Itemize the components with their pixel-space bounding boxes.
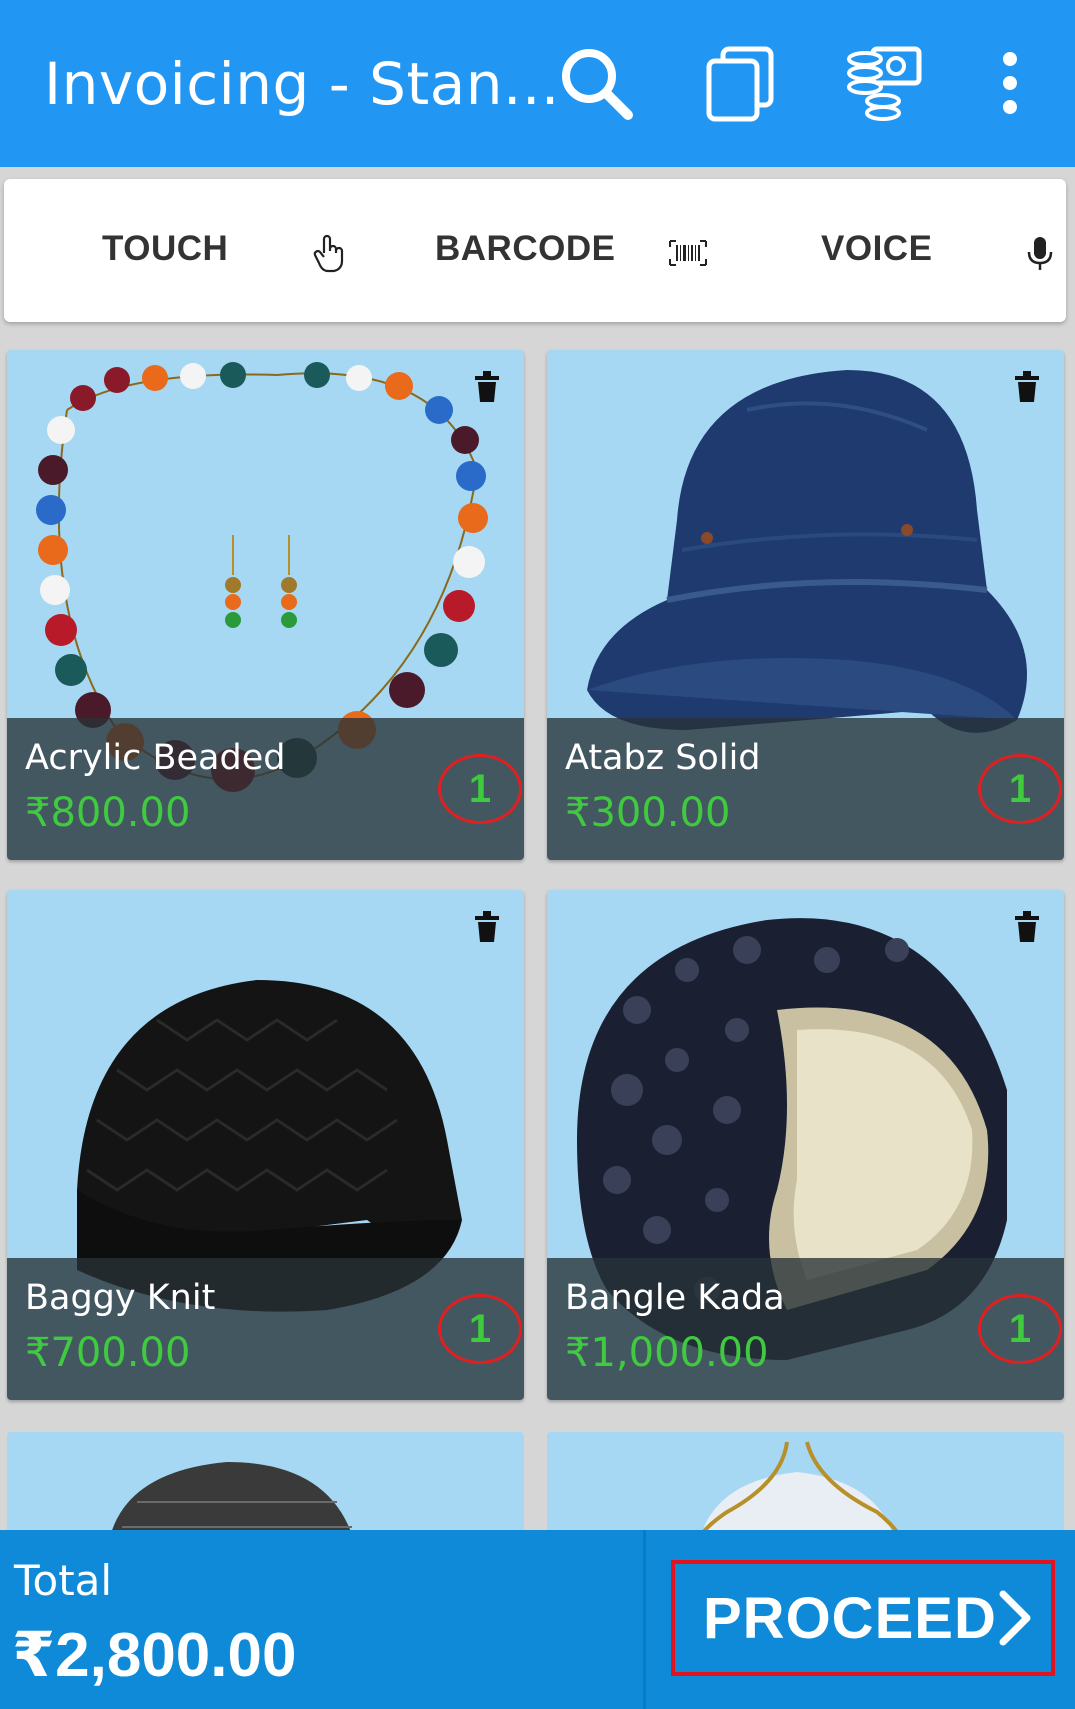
delete-icon[interactable] [472, 368, 502, 404]
barcode-icon [669, 240, 707, 266]
total-label: Total [14, 1556, 113, 1605]
quantity-badge[interactable]: 1 [978, 754, 1062, 824]
product-price: ₹700.00 [25, 1330, 191, 1376]
chevron-right-icon [999, 1590, 1031, 1646]
product-card[interactable]: Atabz Solid ₹300.00 1 [547, 350, 1064, 860]
divider [643, 1530, 646, 1709]
delete-icon[interactable] [1012, 368, 1042, 404]
product-card[interactable]: Baggy Knit ₹700.00 1 [7, 890, 524, 1400]
proceed-button[interactable]: PROCEED [671, 1560, 1055, 1676]
product-name: Acrylic Beaded [25, 738, 286, 778]
product-card[interactable]: Acrylic Beaded ₹800.00 1 [7, 350, 524, 860]
touch-hand-icon [313, 234, 344, 273]
product-info: Bangle Kada ₹1,000.00 1 [547, 1258, 1064, 1400]
quantity-badge[interactable]: 1 [438, 754, 522, 824]
product-name: Atabz Solid [565, 738, 761, 778]
product-info: Acrylic Beaded ₹800.00 1 [7, 718, 524, 860]
mode-barcode-label: BARCODE [435, 229, 616, 268]
delete-icon[interactable] [472, 908, 502, 944]
product-info: Baggy Knit ₹700.00 1 [7, 1258, 524, 1400]
product-price: ₹1,000.00 [565, 1330, 769, 1376]
product-info: Atabz Solid ₹300.00 1 [547, 718, 1064, 860]
page-title: Invoicing - Stan... [44, 50, 560, 118]
microphone-icon [1027, 237, 1053, 270]
mode-touch-label: TOUCH [102, 229, 229, 268]
mode-voice-label: VOICE [821, 229, 933, 268]
product-card[interactable]: Bangle Kada ₹1,000.00 1 [547, 890, 1064, 1400]
proceed-label: PROCEED [703, 1585, 997, 1651]
product-price: ₹300.00 [565, 790, 731, 836]
product-price: ₹800.00 [25, 790, 191, 836]
quantity-badge[interactable]: 1 [978, 1294, 1062, 1364]
product-name: Baggy Knit [25, 1278, 216, 1318]
checkout-bar: Total ₹2,800.00 PROCEED [0, 1530, 1075, 1709]
coins-cash-icon[interactable] [838, 38, 928, 128]
quantity-badge[interactable]: 1 [438, 1294, 522, 1364]
copy-icon[interactable] [696, 38, 786, 128]
search-icon[interactable] [551, 38, 641, 128]
input-mode-bar: TOUCH BARCODE VOICE [4, 179, 1066, 322]
product-name: Bangle Kada [565, 1278, 785, 1318]
more-vert-icon[interactable] [965, 38, 1055, 128]
delete-icon[interactable] [1012, 908, 1042, 944]
total-amount: ₹2,800.00 [12, 1621, 297, 1690]
app-bar: Invoicing - Stan... [0, 0, 1075, 167]
